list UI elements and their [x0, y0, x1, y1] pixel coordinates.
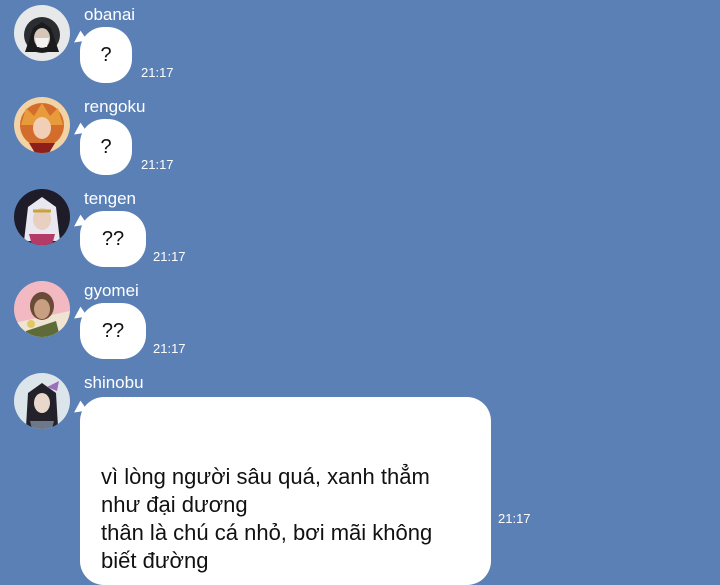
bubble-tail	[70, 122, 88, 140]
bubble-tail	[70, 214, 88, 232]
message-text: ??	[101, 228, 125, 250]
anime-avatar-dark-hair-icon	[14, 5, 70, 61]
avatar[interactable]	[14, 373, 70, 429]
avatar[interactable]	[14, 281, 70, 337]
message-time: 21:17	[141, 157, 174, 172]
anime-avatar-butterfly-icon	[14, 373, 70, 429]
message-bubble[interactable]: ?	[70, 119, 132, 175]
avatar[interactable]	[14, 5, 70, 61]
anime-avatar-white-hair-icon	[14, 189, 70, 245]
sender-name: gyomei	[84, 281, 139, 300]
message-text: ??	[101, 320, 125, 342]
avatar[interactable]	[14, 189, 70, 245]
sender-name: rengoku	[84, 97, 146, 116]
bubble-tail	[70, 400, 88, 418]
message-time: 21:17	[498, 511, 531, 526]
message-time: 21:17	[141, 65, 174, 80]
message-text: ?	[100, 136, 112, 158]
bubble-tail	[70, 30, 88, 48]
message-time: 21:17	[153, 341, 186, 356]
chat-window: obanai ? 21:17 rengoku ? 21:17 tengen ??…	[0, 0, 720, 585]
sender-name: shinobu	[84, 373, 144, 392]
message-text: ?	[100, 44, 112, 66]
message-text: vì lòng người sâu quá, xanh thẳm như đại…	[101, 464, 433, 573]
message-bubble[interactable]: ??	[70, 211, 146, 267]
bubble-tail	[70, 306, 88, 324]
sender-name: obanai	[84, 5, 136, 24]
anime-avatar-monk-icon	[14, 281, 70, 337]
anime-avatar-fire-hair-icon	[14, 97, 70, 153]
message-bubble[interactable]: vì lòng người sâu quá, xanh thẳm như đại…	[70, 397, 491, 585]
sender-name: tengen	[84, 189, 136, 208]
avatar[interactable]	[14, 97, 70, 153]
message-bubble[interactable]: ?	[70, 27, 132, 83]
message-time: 21:17	[153, 249, 186, 264]
message-bubble[interactable]: ??	[70, 303, 146, 359]
